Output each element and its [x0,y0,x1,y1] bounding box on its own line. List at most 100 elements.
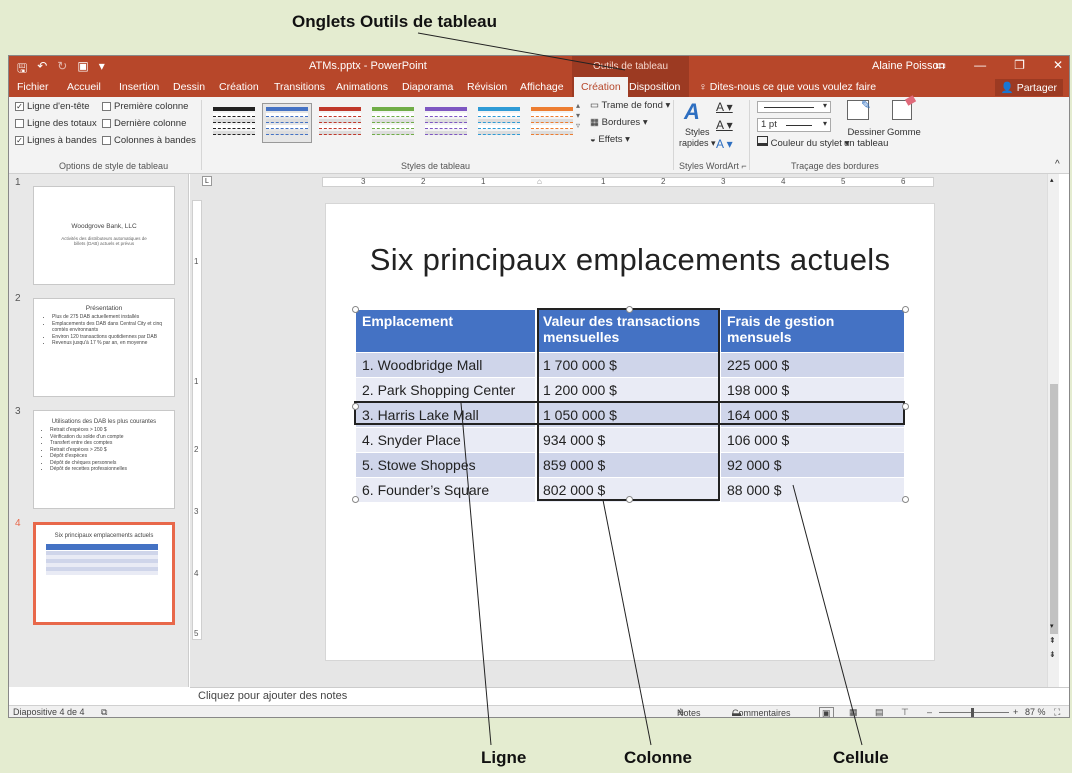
effects-button[interactable]: ◒ Effets ▾ [590,134,630,145]
slide-title[interactable]: Six principaux emplacements actuels [326,242,934,278]
slide-sorter-icon[interactable]: ▦ [849,707,858,717]
table-header-cell[interactable]: Emplacement [356,310,537,352]
quick-styles-icon[interactable]: A [684,99,700,125]
table-cell[interactable]: 6. Founder’s Square [356,476,537,502]
draw-table-icon[interactable]: ✎ [847,98,871,120]
zoom-slider[interactable] [939,712,1009,713]
table-cell[interactable]: 198 000 $ [720,376,906,402]
eraser-icon[interactable] [892,95,917,120]
quick-styles-label-2: rapides [679,138,709,148]
tab-animations[interactable]: Animations [336,81,388,93]
vertical-scrollbar[interactable]: ▴ ▾ ⇞ ⇟ [1047,174,1059,687]
text-outline-icon[interactable]: A ▾ [716,118,733,132]
banded-rows-checkbox[interactable]: ✓ Lignes à bandes [15,135,97,146]
resize-handle[interactable] [902,306,909,313]
pen-color-button[interactable]: Couleur du stylet ▾ [757,136,849,149]
slide-thumbnail-3[interactable]: Utilisations des DAB les plus courantes … [33,410,175,509]
tab-design[interactable]: Création [219,81,259,93]
text-fill-icon[interactable]: A ▾ [716,100,733,114]
tell-me-box[interactable]: ♀ Dites-nous ce que vous voulez faire [699,81,876,93]
table-style-option[interactable] [474,103,524,143]
table-cell[interactable]: 92 000 $ [720,451,906,477]
table-cell[interactable]: 2. Park Shopping Center [356,376,537,402]
reading-view-icon[interactable]: ▤ [875,707,884,717]
slide-thumbnail-1[interactable]: Woodgrove Bank, LLC Activités des distri… [33,186,175,285]
resize-handle[interactable] [352,306,359,313]
table-cell[interactable]: 4. Snyder Place [356,426,537,452]
tab-view[interactable]: Affichage [520,81,564,93]
tab-insert[interactable]: Insertion [119,81,159,93]
quick-styles-button[interactable]: Styles rapides ▾ [679,127,716,149]
table-style-option[interactable] [527,103,577,143]
table-cell[interactable]: 106 000 $ [720,426,906,452]
borders-button[interactable]: ▦ Bordures ▾ [590,117,648,128]
slide-canvas[interactable]: Six principaux emplacements actuels Empl… [325,203,935,661]
share-button[interactable]: 👤 Partager [994,79,1063,96]
table-style-option[interactable] [368,103,418,143]
resize-handle[interactable] [902,496,909,503]
table-cell[interactable]: 88 000 $ [720,476,906,502]
banded-columns-checkbox[interactable]: Colonnes à bandes [102,135,196,146]
tab-table-design[interactable]: Création [574,77,628,97]
tab-slide-show[interactable]: Diaporama [402,81,453,93]
resize-handle[interactable] [902,403,909,410]
table-style-option[interactable] [209,103,259,143]
collapse-ribbon-icon[interactable]: ^ [1055,159,1060,170]
table-style-swatch-row [425,113,467,117]
tab-home[interactable]: Accueil [67,81,101,93]
shading-button[interactable]: ▭ Trame de fond ▾ [590,100,670,111]
slideshow-icon[interactable]: ⊤ [901,707,909,717]
tab-transitions[interactable]: Transitions [274,81,325,93]
resize-handle[interactable] [626,306,633,313]
minimize-icon[interactable]: — [974,58,986,72]
pen-weight-dropdown[interactable]: 1 pt ▾ [757,118,831,132]
resize-handle[interactable] [626,496,633,503]
pen-style-dropdown[interactable]: ▾ [757,101,831,113]
table-cell[interactable]: 5. Stowe Shoppes [356,451,537,477]
table-style-option[interactable] [315,103,365,143]
table-style-swatch-row [531,107,573,111]
zoom-in-icon[interactable]: + [1013,707,1018,717]
restore-icon[interactable]: ❐ [1014,58,1025,72]
next-slide-icon[interactable]: ⇟ [1049,650,1056,659]
ribbon-display-options-icon[interactable]: ▭ [935,58,946,72]
zoom-out-icon[interactable]: – [927,707,932,717]
notes-pane[interactable]: Cliquez pour ajouter des notes [190,687,1069,705]
tab-stop-selector-icon[interactable]: L [202,176,212,186]
close-icon[interactable]: ✕ [1053,58,1063,72]
zoom-level[interactable]: 87 % [1025,707,1046,717]
resize-handle[interactable] [352,496,359,503]
zoom-slider-thumb[interactable] [971,708,974,717]
draw-table-button[interactable]: Dessiner un tableau [844,127,888,149]
resize-handle[interactable] [352,403,359,410]
fit-to-window-icon[interactable]: ⛶ [1054,707,1060,717]
vertical-ruler[interactable]: 112 345 [192,200,202,640]
slide-thumbnail-2[interactable]: Présentation Plus de 275 DAB actuellemen… [33,298,175,397]
scroll-down-icon[interactable]: ▾ [1050,622,1054,630]
header-row-checkbox[interactable]: ✓ Ligne d'en-tête [15,101,90,112]
first-column-checkbox[interactable]: Première colonne [102,101,188,112]
table-style-option[interactable] [421,103,471,143]
previous-slide-icon[interactable]: ⇞ [1049,636,1056,645]
tab-table-layout[interactable]: Disposition [629,81,680,93]
tab-review[interactable]: Révision [467,81,507,93]
table-style-swatch-row [213,131,255,135]
table-cell[interactable]: 225 000 $ [720,351,906,377]
spelling-check-icon[interactable]: ⧉ [101,707,107,717]
total-row-checkbox[interactable]: Ligne des totaux [15,118,97,129]
last-column-checkbox[interactable]: Dernière colonne [102,118,186,129]
horizontal-ruler[interactable]: 321 ⌂ 123 456 [322,177,934,187]
scroll-up-icon[interactable]: ▴ [1050,176,1054,184]
table-style-option[interactable] [262,103,312,143]
scrollbar-thumb[interactable] [1050,384,1058,634]
table-cell[interactable]: 1. Woodbridge Mall [356,351,537,377]
tab-file[interactable]: Fichier [17,81,49,93]
table-header-cell[interactable]: Frais de gestion mensuels [720,310,906,352]
text-effects-icon[interactable]: A ▾ [716,137,733,151]
slide-thumbnail-4[interactable]: Six principaux emplacements actuels [33,522,175,625]
table-style-swatch-row [319,119,361,123]
tab-draw[interactable]: Dessin [173,81,205,93]
eraser-button[interactable]: Gomme [887,127,921,138]
normal-view-icon[interactable]: ▣ [819,707,834,717]
dialog-launcher-icon[interactable]: ⌐ [741,161,746,171]
